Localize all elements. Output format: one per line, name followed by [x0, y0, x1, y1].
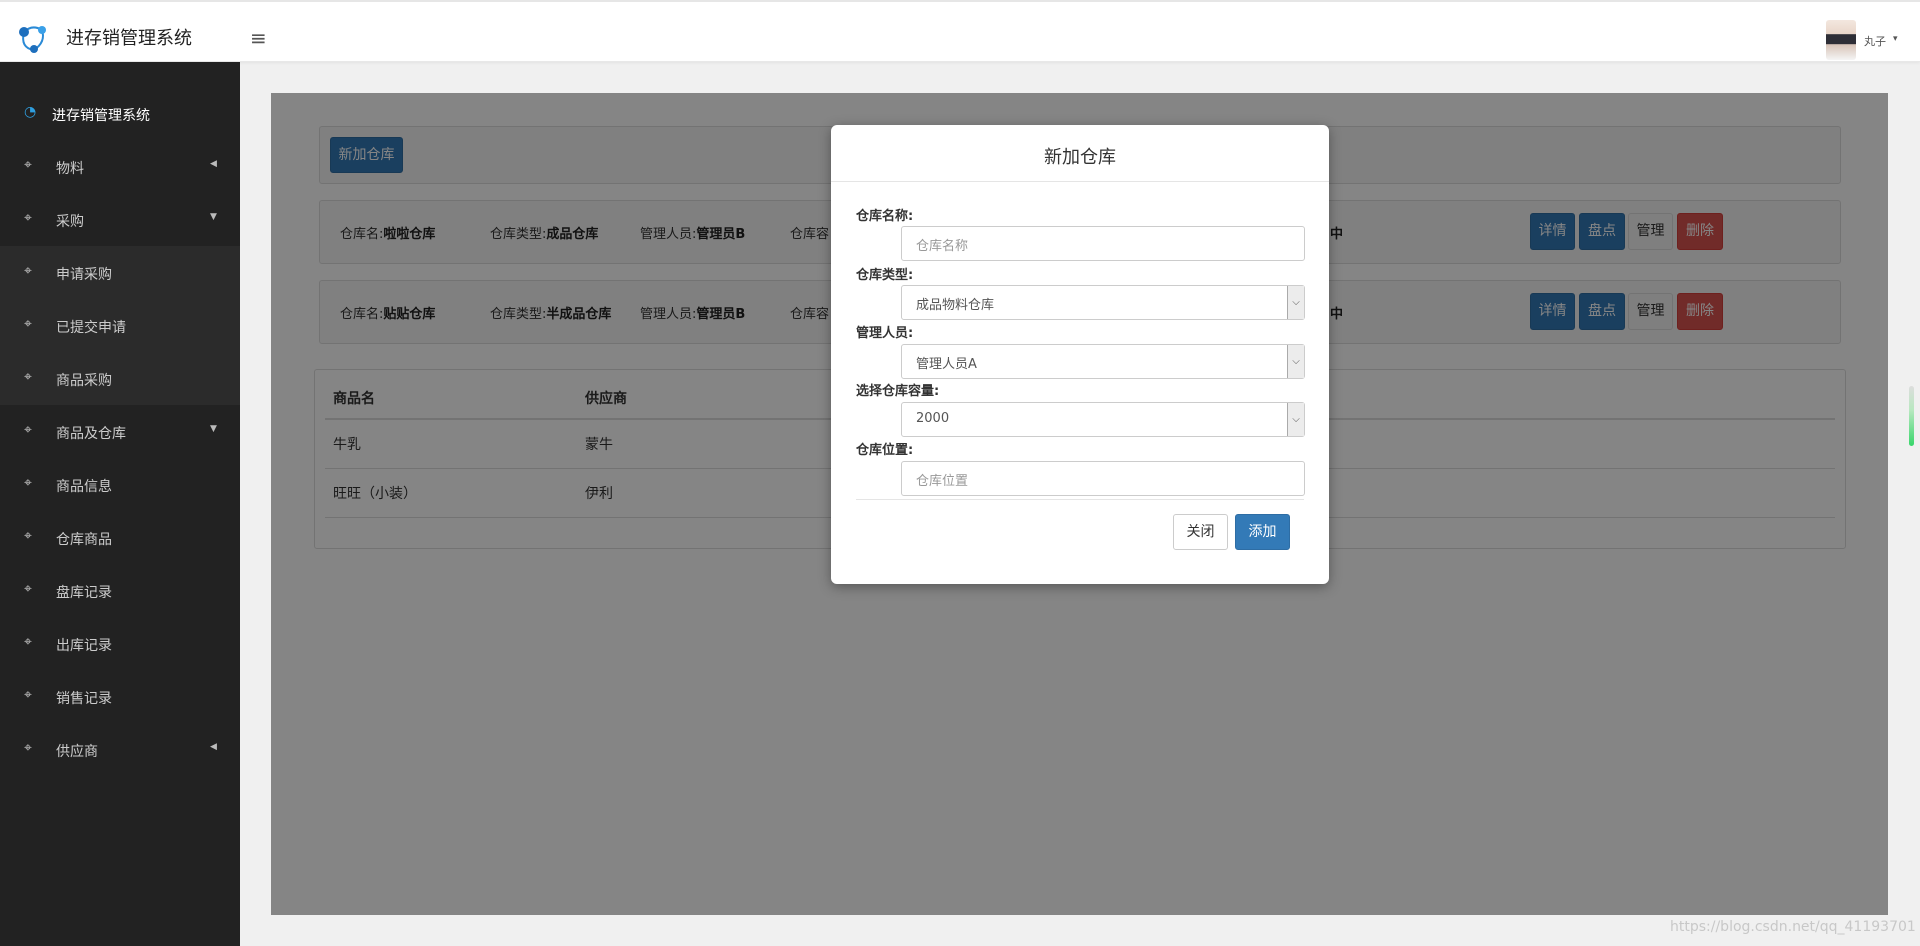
divider — [856, 499, 1304, 500]
sidebar-item-label: 已提交申请 — [56, 320, 126, 336]
dashboard-icon: ◔ — [24, 104, 37, 120]
crosshair-icon: ⌖ — [24, 263, 32, 279]
sidebar-item-sales-records[interactable]: ⌖ 销售记录 — [0, 670, 240, 723]
warehouse-name-input[interactable]: 仓库名称 — [901, 226, 1305, 261]
manager-select[interactable]: 管理人员A ⌵ — [901, 344, 1305, 379]
warehouse-type-select[interactable]: 成品物料仓库 ⌵ — [901, 285, 1305, 320]
sidebar-item-suppliers[interactable]: ⌖ 供应商 ◀ — [0, 723, 240, 776]
user-dropdown-caret-icon[interactable]: ▾ — [1893, 34, 1898, 44]
collapse-left-icon: ◀ — [210, 159, 217, 169]
select-value: 管理人员A — [916, 357, 977, 372]
collapse-left-icon: ◀ — [210, 742, 217, 752]
crosshair-icon: ⌖ — [24, 369, 32, 385]
sidebar-item-label: 采购 — [56, 214, 84, 230]
crosshair-icon: ⌖ — [24, 157, 32, 173]
modal-title: 新加仓库 — [1044, 147, 1116, 168]
capacity-label: 选择仓库容量: — [856, 384, 940, 399]
sidebar-item-purchase[interactable]: ⌖ 采购 ▼ — [0, 193, 240, 246]
close-button[interactable]: 关闭 — [1173, 514, 1228, 550]
chevron-down-icon: ⌵ — [1287, 403, 1304, 436]
watermark: https://blog.csdn.net/qq_41193701 — [1670, 919, 1916, 935]
app-logo-icon — [19, 26, 46, 53]
location-input[interactable]: 仓库位置 — [901, 461, 1305, 496]
top-navbar: 进存销管理系统 ≡ 丸子 ▾ — [0, 0, 1920, 62]
sidebar-item-goods-warehouse[interactable]: ⌖ 商品及仓库 ▼ — [0, 405, 240, 458]
capacity-select[interactable]: 2000 ⌵ — [901, 402, 1305, 437]
divider — [831, 181, 1329, 182]
warehouse-name-label: 仓库名称: — [856, 209, 914, 224]
select-value: 成品物料仓库 — [916, 298, 995, 313]
warehouse-type-label: 仓库类型: — [856, 268, 914, 283]
crosshair-icon: ⌖ — [24, 687, 32, 703]
scrollbar[interactable] — [1909, 386, 1914, 446]
sidebar-item-apply-purchase[interactable]: ⌖ 申请采购 — [0, 246, 240, 299]
crosshair-icon: ⌖ — [24, 528, 32, 544]
crosshair-icon: ⌖ — [24, 422, 32, 438]
sidebar-item-warehouse-goods[interactable]: ⌖ 仓库商品 — [0, 511, 240, 564]
user-avatar[interactable] — [1826, 20, 1856, 60]
app-title: 进存销管理系统 — [66, 28, 192, 49]
select-value: 2000 — [916, 411, 950, 426]
expand-down-icon: ▼ — [210, 424, 217, 434]
sidebar-item-label: 供应商 — [56, 744, 98, 760]
crosshair-icon: ⌖ — [24, 634, 32, 650]
sidebar-item-inventory-records[interactable]: ⌖ 盘库记录 — [0, 564, 240, 617]
sidebar-item-label: 申请采购 — [56, 267, 112, 283]
crosshair-icon: ⌖ — [24, 316, 32, 332]
sidebar-item-goods-purchase[interactable]: ⌖ 商品采购 — [0, 352, 240, 405]
crosshair-icon: ⌖ — [24, 740, 32, 756]
sidebar-item-label: 商品信息 — [56, 479, 112, 495]
sidebar-item-label: 商品及仓库 — [56, 426, 126, 442]
add-button[interactable]: 添加 — [1235, 514, 1290, 550]
sidebar-item-outbound-records[interactable]: ⌖ 出库记录 — [0, 617, 240, 670]
sidebar-item-materials[interactable]: ⌖ 物料 ◀ — [0, 140, 240, 193]
expand-down-icon: ▼ — [210, 212, 217, 222]
manager-label: 管理人员: — [856, 326, 914, 341]
sidebar-item-label: 出库记录 — [56, 638, 112, 654]
sidebar-item-home[interactable]: ◔ 进存销管理系统 — [0, 87, 240, 140]
chevron-down-icon: ⌵ — [1287, 345, 1304, 378]
crosshair-icon: ⌖ — [24, 581, 32, 597]
username[interactable]: 丸子 — [1864, 33, 1886, 49]
add-warehouse-modal: 新加仓库 仓库名称: 仓库名称 仓库类型: 成品物料仓库 ⌵ 管理人员: 管理人… — [831, 125, 1329, 584]
sidebar-item-label: 物料 — [56, 161, 84, 177]
sidebar-item-submitted-requests[interactable]: ⌖ 已提交申请 — [0, 299, 240, 352]
chevron-down-icon: ⌵ — [1287, 286, 1304, 319]
menu-toggle-icon[interactable]: ≡ — [250, 26, 267, 50]
sidebar: ◔ 进存销管理系统 ⌖ 物料 ◀ ⌖ 采购 ▼ ⌖ 申请采购 ⌖ 已提交申请 ⌖… — [0, 62, 240, 946]
sidebar-item-goods-info[interactable]: ⌖ 商品信息 — [0, 458, 240, 511]
sidebar-item-label: 商品采购 — [56, 373, 112, 389]
crosshair-icon: ⌖ — [24, 475, 32, 491]
location-label: 仓库位置: — [856, 443, 914, 458]
sidebar-item-label: 盘库记录 — [56, 585, 112, 601]
sidebar-item-label: 销售记录 — [56, 691, 112, 707]
sidebar-item-label: 进存销管理系统 — [52, 108, 150, 124]
sidebar-item-label: 仓库商品 — [56, 532, 112, 548]
crosshair-icon: ⌖ — [24, 210, 32, 226]
